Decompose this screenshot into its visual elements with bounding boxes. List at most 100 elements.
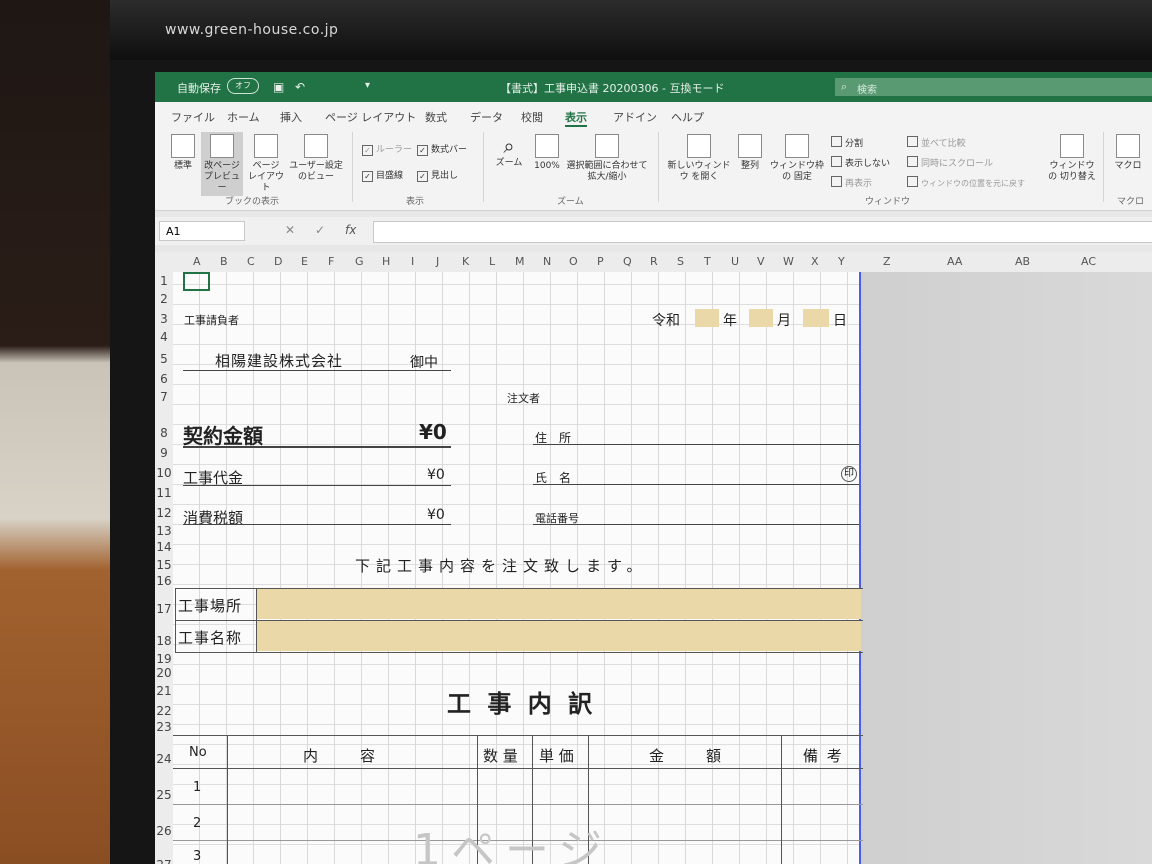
row-header[interactable]: 2 (155, 292, 173, 306)
column-header[interactable]: E (301, 255, 308, 268)
row-header[interactable]: 12 (155, 506, 173, 520)
row-header[interactable]: 24 (155, 752, 173, 766)
row-header[interactable]: 20 (155, 666, 173, 680)
switch-windows-button[interactable]: ウィンドウの 切り替え (1047, 134, 1097, 183)
arrange-all-button[interactable]: 整列 (733, 134, 767, 172)
column-header[interactable]: AB (1015, 255, 1030, 268)
page-layout-view-button[interactable]: ページ レイアウト (247, 134, 285, 194)
row-header[interactable]: 18 (155, 634, 173, 648)
enter-icon[interactable]: ✓ (315, 223, 325, 237)
column-header[interactable]: C (247, 255, 255, 268)
column-header[interactable]: S (677, 255, 684, 268)
row-header[interactable]: 26 (155, 824, 173, 838)
row-header[interactable]: 17 (155, 602, 173, 616)
column-header[interactable]: G (355, 255, 364, 268)
split-button[interactable]: 分割 (831, 136, 863, 149)
new-window-button[interactable]: 新しいウィンドウ を開く (665, 134, 733, 183)
normal-view-button[interactable]: 標準 (165, 134, 201, 172)
column-header[interactable]: Q (623, 255, 632, 268)
reset-window-position-button[interactable]: ウィンドウの位置を元に戻す (907, 176, 1025, 189)
column-header[interactable]: O (569, 255, 578, 268)
tab-data[interactable]: データ (470, 109, 503, 125)
headings-checkbox[interactable]: ✓ 見出し (417, 168, 458, 182)
row-header[interactable]: 15 (155, 558, 173, 572)
row-header[interactable]: 16 (155, 574, 173, 588)
ruler-checkbox[interactable]: ✓ ルーラー (362, 142, 412, 156)
zoom-button[interactable]: ⌕ ズーム (491, 134, 527, 169)
row-header[interactable]: 23 (155, 720, 173, 734)
row-header[interactable]: 21 (155, 684, 173, 698)
tab-page-layout[interactable]: ページ レイアウト (325, 109, 416, 125)
column-header[interactable]: D (274, 255, 282, 268)
undo-icon[interactable]: ↶ (295, 80, 305, 94)
column-header[interactable]: H (382, 255, 390, 268)
tab-help[interactable]: ヘルプ (671, 109, 704, 125)
tab-insert[interactable]: 挿入 (280, 109, 302, 125)
row-header[interactable]: 5 (155, 352, 173, 366)
tab-formulas[interactable]: 数式 (425, 109, 447, 125)
row-header[interactable]: 10 (155, 466, 173, 480)
macros-button[interactable]: マクロ (1111, 134, 1145, 172)
sync-scroll-button[interactable]: 同時にスクロール (907, 156, 993, 169)
freeze-panes-button[interactable]: ウィンドウ枠の 固定 (767, 134, 827, 183)
column-header[interactable]: T (704, 255, 711, 268)
column-header[interactable]: R (650, 255, 658, 268)
row-header[interactable]: 14 (155, 540, 173, 554)
column-header[interactable]: F (328, 255, 334, 268)
qat-dropdown-icon[interactable]: ▾ (365, 80, 370, 91)
unhide-window-button[interactable]: 再表示 (831, 176, 872, 189)
gridlines-checkbox[interactable]: ✓ 目盛線 (362, 168, 403, 182)
row-header[interactable]: 13 (155, 524, 173, 538)
column-header[interactable]: K (462, 255, 469, 268)
work-name-input-cell[interactable] (257, 621, 861, 651)
row-header[interactable]: 7 (155, 390, 173, 404)
tab-addins[interactable]: アドイン (613, 109, 657, 125)
column-header[interactable]: X (811, 255, 819, 268)
tab-home[interactable]: ホーム (227, 109, 260, 125)
column-header[interactable]: B (220, 255, 228, 268)
column-header[interactable]: Z (883, 255, 891, 268)
insert-function-icon[interactable]: fx (345, 223, 356, 237)
page-break-preview-button[interactable]: 改ページ プレビュー (201, 132, 243, 196)
row-header[interactable]: 25 (155, 788, 173, 802)
autosave-toggle[interactable]: オフ (227, 78, 259, 94)
tab-review[interactable]: 校閲 (521, 109, 543, 125)
tab-file[interactable]: ファイル (171, 109, 215, 125)
column-header[interactable]: AA (947, 255, 962, 268)
view-side-by-side-button[interactable]: 並べて比較 (907, 136, 966, 149)
column-header[interactable]: I (411, 255, 414, 268)
cancel-icon[interactable]: ✕ (285, 223, 295, 237)
save-icon[interactable]: ▣ (273, 80, 284, 94)
column-header[interactable]: AC (1081, 255, 1096, 268)
formula-input[interactable] (373, 221, 1152, 243)
column-header[interactable]: W (783, 255, 794, 268)
row-header[interactable]: 9 (155, 446, 173, 460)
tab-view[interactable]: 表示 (565, 109, 587, 127)
custom-views-button[interactable]: ユーザー設定 のビュー (287, 134, 345, 183)
search-box[interactable]: ⌕ 検索 (835, 78, 1152, 96)
zoom-100-button[interactable]: 100% (529, 134, 565, 172)
row-header[interactable]: 4 (155, 330, 173, 344)
row-header[interactable]: 3 (155, 312, 173, 326)
column-header[interactable]: J (436, 255, 439, 268)
page-break-line[interactable] (859, 272, 861, 864)
row-header[interactable]: 19 (155, 652, 173, 666)
hide-window-button[interactable]: 表示しない (831, 156, 890, 169)
formula-bar-checkbox[interactable]: ✓ 数式バー (417, 142, 467, 156)
column-header[interactable]: N (543, 255, 551, 268)
column-header[interactable]: A (193, 255, 201, 268)
zoom-to-selection-button[interactable]: 選択範囲に合わせて 拡大/縮小 (565, 134, 649, 183)
column-header[interactable]: U (731, 255, 739, 268)
row-header[interactable]: 8 (155, 426, 173, 440)
column-header[interactable]: Y (838, 255, 845, 268)
column-header[interactable]: P (597, 255, 604, 268)
row-header[interactable]: 22 (155, 704, 173, 718)
month-input-cell[interactable] (749, 309, 773, 327)
column-header[interactable]: L (489, 255, 495, 268)
column-header[interactable]: V (757, 255, 765, 268)
active-cell-a1[interactable] (183, 272, 210, 291)
site-input-cell[interactable] (257, 589, 861, 619)
day-input-cell[interactable] (803, 309, 829, 327)
row-header[interactable]: 27 (155, 858, 173, 864)
row-header[interactable]: 6 (155, 372, 173, 386)
